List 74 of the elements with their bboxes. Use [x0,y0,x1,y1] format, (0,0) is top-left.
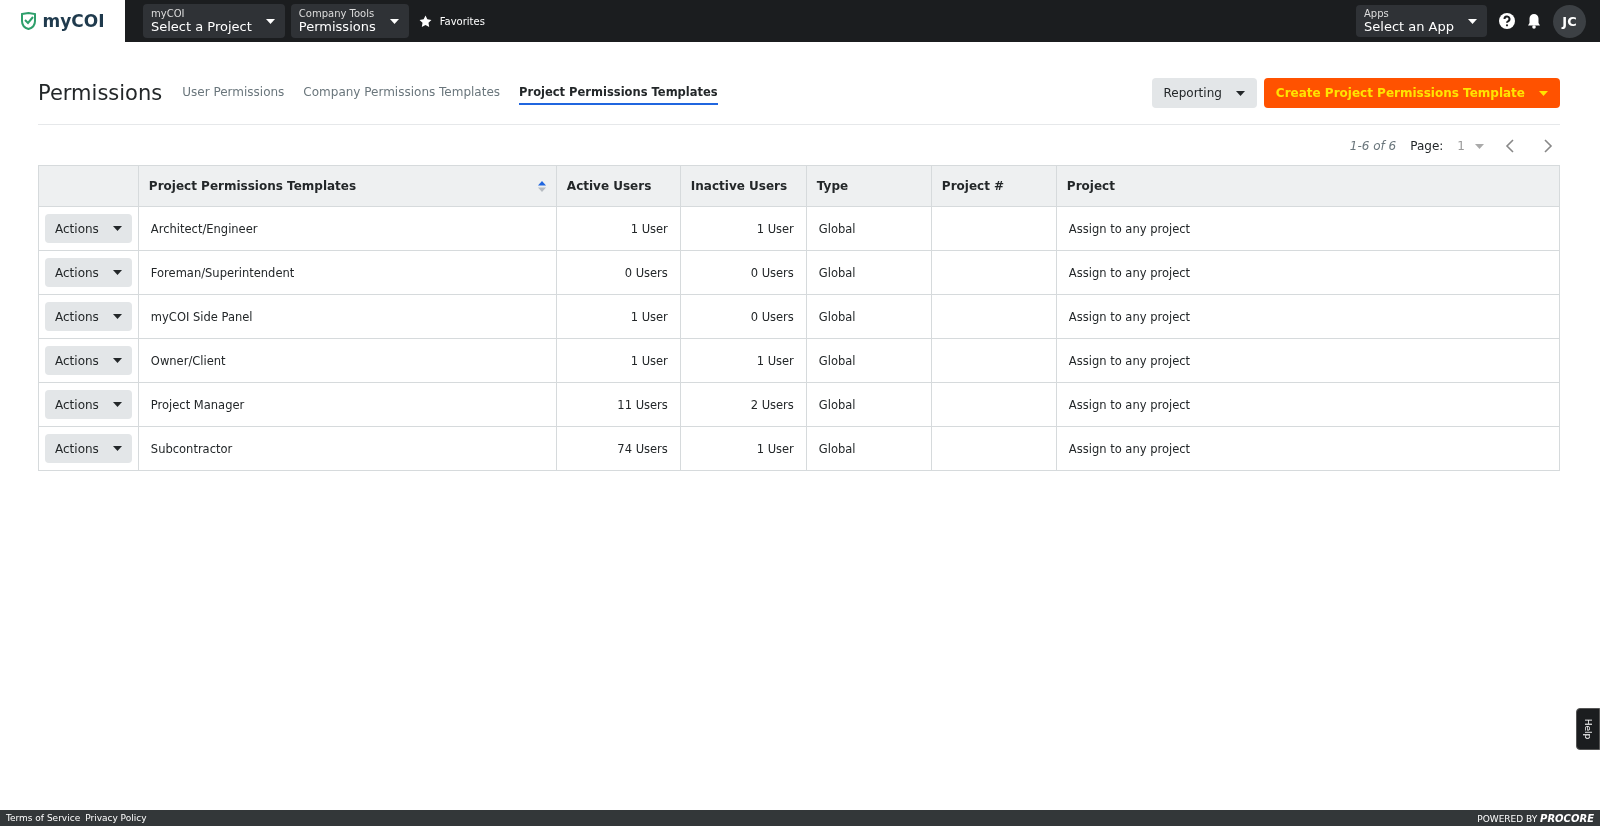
caret-icon [1475,143,1484,149]
star-icon[interactable] [418,14,432,28]
help-tab[interactable]: Help [1576,708,1600,750]
footer-link[interactable]: Privacy Policy [85,813,147,823]
shield-check-icon [20,12,38,30]
actions-button[interactable]: Actions [45,258,132,287]
caret-icon [112,446,122,451]
active-users-cell: 74 Users [617,441,668,456]
template-name: Foreman/Superintendent [150,265,295,280]
column-header[interactable]: Project [1066,179,1115,193]
footer-link[interactable]: Terms of Service [6,813,81,823]
project-cell: Assign to any project [1068,221,1191,236]
caret-icon [1468,18,1477,24]
nav-tab[interactable]: User Permissions [182,81,285,105]
nav-tab[interactable]: Project Permissions Templates [519,81,718,105]
column-header[interactable]: Project Permissions Templates [148,179,357,193]
type-cell: Global [818,441,856,456]
powered-by-text: POWERED BY PROCORE [1477,812,1594,824]
caret-icon [389,18,399,24]
type-cell: Global [818,353,856,368]
column-header[interactable]: Type [816,179,849,193]
favorites-link[interactable]: Favorites [439,15,485,27]
actions-button[interactable]: Actions [45,302,132,331]
sort-icon[interactable] [537,180,546,192]
template-name: Architect/Engineer [150,221,258,236]
template-name: Owner/Client [150,353,226,368]
reporting-button[interactable]: Reporting [1151,78,1257,108]
caret-icon [112,270,122,275]
pagination-range: 1-6 of 6 [1349,139,1397,153]
active-users-cell: 1 User [630,353,668,368]
active-users-cell: 0 Users [624,265,668,280]
user-avatar[interactable]: JC [1553,4,1586,38]
caret-icon [265,18,275,24]
type-cell: Global [818,309,856,324]
caret-icon [112,314,122,319]
inactive-users-cell: 1 User [756,353,794,368]
caret-icon [1539,90,1548,96]
nav-picker[interactable]: Company Tools Permissions [290,4,409,38]
caret-icon [1235,90,1245,96]
caret-icon [112,402,122,407]
project-cell: Assign to any project [1068,353,1191,368]
inactive-users-cell: 1 User [756,221,794,236]
type-cell: Global [818,265,856,280]
inactive-users-cell: 0 Users [750,265,794,280]
bell-icon[interactable] [1527,13,1541,29]
active-users-cell: 1 User [630,221,668,236]
actions-button[interactable]: Actions [45,346,132,375]
nav-picker[interactable]: myCOI Select a Project [143,4,285,38]
type-cell: Global [818,397,856,412]
template-name: Subcontractor [150,441,233,456]
inactive-users-cell: 0 Users [750,309,794,324]
project-cell: Assign to any project [1068,265,1191,280]
help-icon[interactable] [1499,13,1515,29]
active-users-cell: 1 User [630,309,668,324]
project-cell: Assign to any project [1068,441,1191,456]
project-cell: Assign to any project [1068,397,1191,412]
page-title: Permissions [38,81,163,105]
inactive-users-cell: 1 User [756,441,794,456]
caret-icon [112,226,122,231]
template-name: Project Manager [150,397,245,412]
page-label: Page: [1410,139,1444,153]
column-header[interactable]: Project # [941,179,1005,193]
actions-button[interactable]: Actions [45,390,132,419]
active-users-cell: 11 Users [617,397,668,412]
inactive-users-cell: 2 Users [750,397,794,412]
project-cell: Assign to any project [1068,309,1191,324]
type-cell: Global [818,221,856,236]
actions-button[interactable]: Actions [45,434,132,463]
apps-picker[interactable]: Apps Select an App [1356,5,1487,37]
template-name: myCOI Side Panel [150,309,253,324]
actions-button[interactable]: Actions [45,214,132,243]
logo-text: myCOI [42,11,105,31]
nav-tab[interactable]: Company Permissions Templates [303,81,501,105]
caret-icon [112,358,122,363]
